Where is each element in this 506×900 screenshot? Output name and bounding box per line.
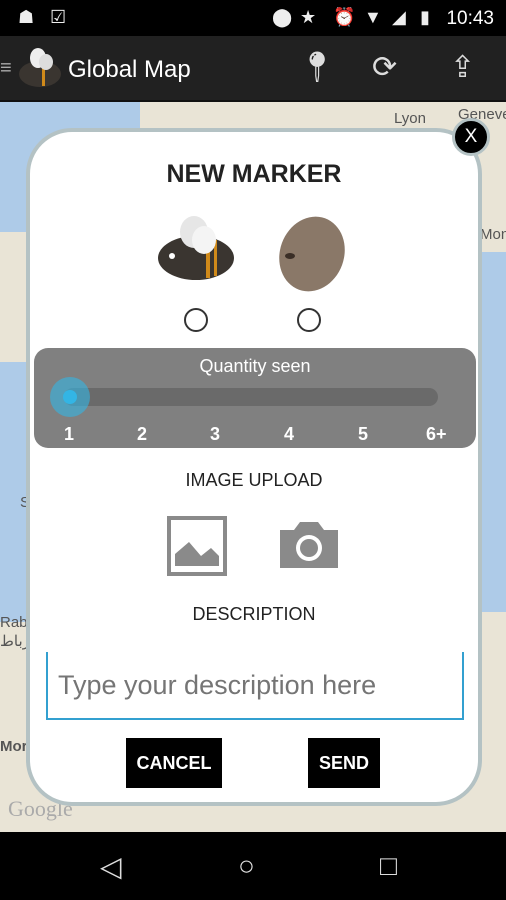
tick-label: 6+ bbox=[426, 424, 447, 444]
bee-marker-icon[interactable] bbox=[154, 212, 244, 288]
home-icon[interactable]: ○ bbox=[238, 850, 255, 882]
camera-icon[interactable] bbox=[278, 520, 340, 570]
dialog-title: NEW MARKER bbox=[166, 160, 342, 188]
android-debug-icon: ☗ bbox=[18, 7, 35, 27]
recents-icon[interactable]: □ bbox=[380, 850, 397, 882]
quantity-slider-panel: Quantity seen 1 2 3 4 5 6+ bbox=[34, 348, 476, 448]
close-button[interactable]: X bbox=[452, 118, 490, 156]
battery-charging-icon: ▮ bbox=[420, 7, 430, 27]
menu-icon[interactable]: ≡ bbox=[0, 58, 14, 78]
image-upload-label: IMAGE UPLOAD bbox=[185, 470, 323, 490]
app-logo-bee-icon[interactable] bbox=[16, 46, 64, 90]
bee-radio[interactable] bbox=[184, 308, 208, 332]
refresh-icon[interactable]: ⟳ bbox=[372, 50, 397, 85]
quantity-label: Quantity seen bbox=[199, 356, 311, 376]
alarm-icon: ⏰ bbox=[333, 7, 356, 27]
app-title: Global Map bbox=[68, 56, 191, 83]
star-icon: ★ bbox=[300, 7, 317, 27]
map-label: Lyon bbox=[394, 110, 426, 127]
status-bar: ☗ ☑ ⬤ ★ ⏰ ▼ ◢ ▮ 10:43 bbox=[0, 0, 506, 36]
new-marker-dialog: NEW MARKER Quantity seen 1 2 3 4 5 6+ IM… bbox=[26, 128, 482, 806]
app-bar: ≡ Global Map 📍︎ ⟳ ⇪ bbox=[0, 36, 506, 102]
clipboard-check-icon: ☑ bbox=[50, 7, 67, 27]
tick-label: 4 bbox=[284, 424, 295, 444]
signal-icon: ◢ bbox=[392, 7, 406, 27]
seed-radio[interactable] bbox=[297, 308, 321, 332]
quantity-slider-track[interactable] bbox=[64, 388, 438, 406]
description-input[interactable] bbox=[46, 652, 464, 720]
map-label: Mona bbox=[480, 226, 506, 243]
send-button[interactable]: SEND bbox=[308, 738, 380, 788]
seed-marker-icon[interactable] bbox=[274, 212, 348, 296]
cancel-button[interactable]: CANCEL bbox=[126, 738, 222, 788]
clock: 10:43 bbox=[446, 8, 494, 29]
wifi-icon: ▼ bbox=[364, 7, 382, 27]
tick-label: 5 bbox=[358, 424, 369, 444]
location-icon: ⬤ bbox=[272, 7, 293, 27]
navigation-bar: ◁ ○ □ bbox=[0, 832, 506, 900]
upload-icon[interactable]: ⇪ bbox=[450, 50, 475, 85]
description-label: DESCRIPTION bbox=[192, 604, 316, 624]
back-icon[interactable]: ◁ bbox=[100, 850, 122, 883]
tick-label: 1 bbox=[64, 424, 75, 444]
location-pin-icon[interactable]: 📍︎ bbox=[298, 50, 336, 85]
tick-label: 2 bbox=[137, 424, 148, 444]
tick-label: 3 bbox=[210, 424, 221, 444]
quantity-slider-thumb[interactable] bbox=[50, 377, 90, 417]
map-label: Mor bbox=[0, 738, 28, 755]
gallery-icon[interactable] bbox=[167, 516, 227, 576]
